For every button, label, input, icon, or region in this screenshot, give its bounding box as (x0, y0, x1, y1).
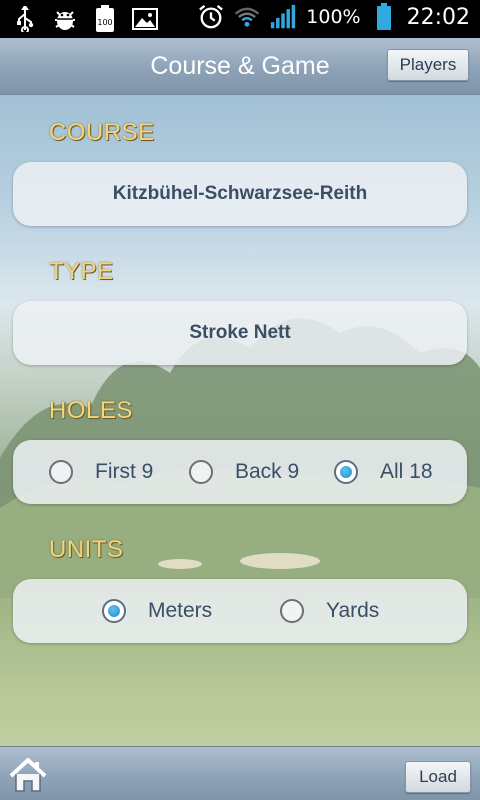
holes-option-back-9[interactable]: Back 9 (189, 440, 299, 504)
units-radio-group: Meters Yards (13, 579, 467, 643)
course-selector[interactable]: Kitzbühel-Schwarzsee-Reith (13, 162, 467, 226)
units-option-yards[interactable]: Yards (280, 579, 379, 643)
wifi-icon (234, 4, 260, 30)
radio-button-selected[interactable] (334, 460, 358, 484)
units-section-label: UNITS (49, 536, 124, 563)
alarm-clock-icon (198, 4, 224, 30)
title-bar: Course & Game Players (0, 38, 480, 95)
units-option-label: Yards (326, 599, 380, 622)
holes-radio-group: First 9 Back 9 All 18 (13, 440, 467, 504)
holes-option-first-9[interactable]: First 9 (49, 440, 153, 504)
game-type-value: Stroke Nett (189, 322, 291, 343)
battery-icon (371, 3, 397, 30)
holes-option-label: All 18 (380, 460, 433, 483)
units-option-label: Meters (148, 599, 213, 622)
units-option-meters[interactable]: Meters (102, 579, 212, 643)
course-value: Kitzbühel-Schwarzsee-Reith (112, 183, 368, 204)
type-section-label: TYPE (49, 258, 114, 285)
holes-option-all-18[interactable]: All 18 (334, 440, 433, 504)
android-debug-icon (52, 6, 78, 32)
holes-option-label: Back 9 (235, 460, 300, 483)
signal-icon (270, 4, 296, 30)
svg-text:100: 100 (97, 18, 112, 27)
players-button[interactable]: Players (387, 49, 469, 81)
usb-icon (12, 6, 38, 32)
image-icon (132, 6, 158, 32)
battery-percent: 100% (306, 6, 361, 28)
radio-button[interactable] (49, 460, 73, 484)
radio-button[interactable] (280, 599, 304, 623)
radio-button[interactable] (189, 460, 213, 484)
bottom-bar: Load (0, 746, 480, 800)
course-game-screen: Course & Game Players COURSE Kitzbühel-S… (0, 38, 480, 800)
home-icon[interactable] (7, 754, 49, 796)
course-section-label: COURSE (49, 119, 155, 146)
status-bar: 100 100% 22:02 (0, 0, 480, 38)
clock-time: 22:02 (406, 4, 470, 30)
radio-button-selected[interactable] (102, 599, 126, 623)
game-type-selector[interactable]: Stroke Nett (13, 301, 467, 365)
holes-section-label: HOLES (49, 397, 133, 424)
battery-full-icon: 100 (92, 5, 118, 32)
load-button[interactable]: Load (405, 761, 471, 793)
holes-option-label: First 9 (95, 460, 154, 483)
